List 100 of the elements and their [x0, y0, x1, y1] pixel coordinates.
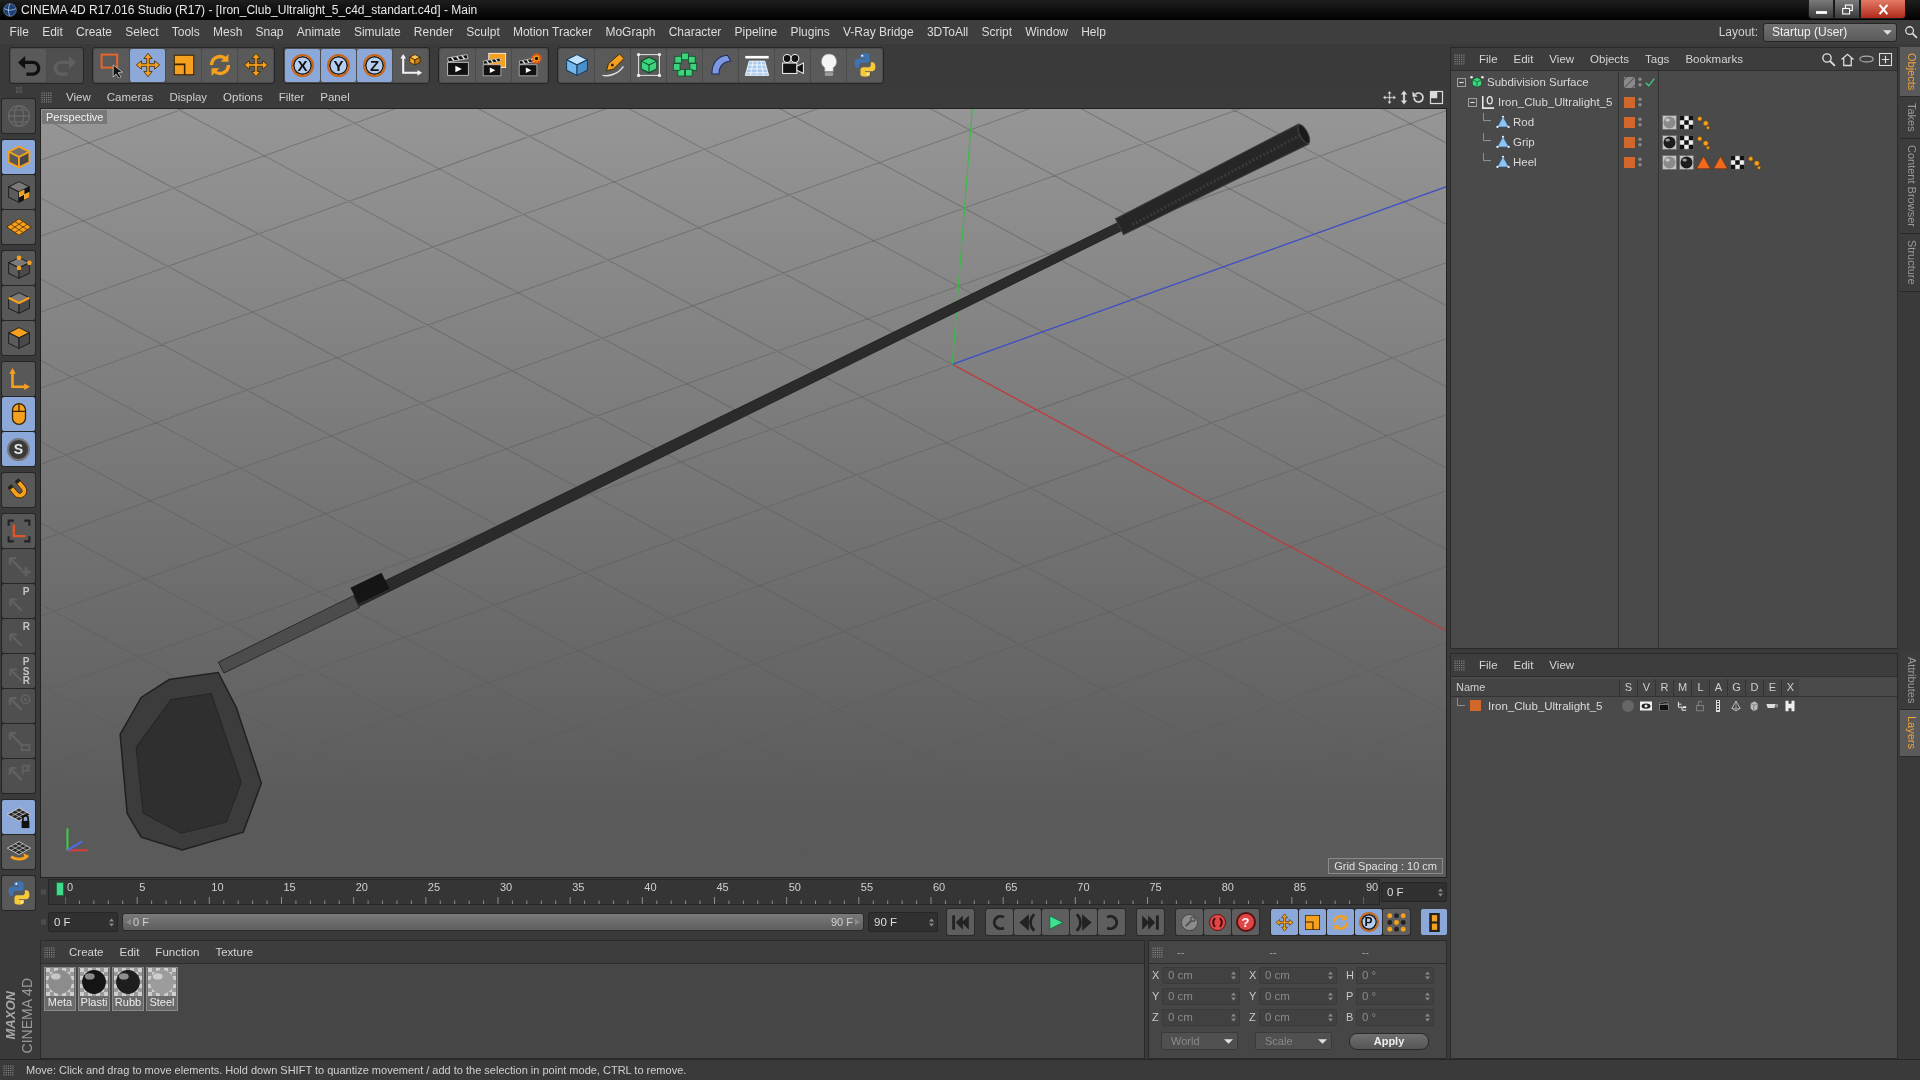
tool-button[interactable] [2, 514, 35, 548]
column-header[interactable]: M [1673, 679, 1691, 696]
visibility-dots-icon[interactable] [1638, 157, 1642, 167]
render-settings-button[interactable] [512, 48, 547, 82]
checker-tag-icon[interactable] [1730, 154, 1745, 170]
menu-item[interactable]: Script [974, 25, 1019, 39]
previous-key-button[interactable] [986, 909, 1013, 935]
menu-item[interactable]: File [1471, 53, 1506, 65]
lock-icon[interactable] [1694, 699, 1706, 712]
clapperboard-icon[interactable] [1658, 699, 1670, 712]
selection-tool-button[interactable] [94, 48, 129, 82]
key-mode-button[interactable] [1383, 909, 1410, 935]
object-row[interactable]: Subdivision Surface [1451, 72, 1897, 92]
next-key-button[interactable] [1098, 909, 1125, 935]
menu-item[interactable]: File [3, 25, 36, 39]
range-handle-icon[interactable] [855, 918, 860, 926]
magnet-button[interactable] [2, 473, 35, 507]
layer-swatch-icon[interactable] [1624, 156, 1635, 168]
column-header[interactable]: L [1691, 679, 1709, 696]
column-header[interactable]: G [1727, 679, 1745, 696]
layer-swatch-icon[interactable] [1624, 116, 1635, 128]
column-header[interactable]: V [1637, 679, 1655, 696]
menu-item[interactable]: V-Ray Bridge [836, 25, 921, 39]
end-frame-field[interactable]: 90 F [868, 912, 938, 932]
hierarchy-icon[interactable] [1676, 699, 1688, 712]
axis-lock-button[interactable]: Y [321, 48, 356, 82]
floor-button[interactable] [739, 48, 774, 82]
menu-item[interactable]: Edit [1505, 659, 1542, 671]
search-icon[interactable] [1904, 25, 1918, 39]
material-tag-icon[interactable] [1662, 154, 1677, 170]
scale-tool-button[interactable] [166, 48, 201, 82]
column-header[interactable]: A [1709, 679, 1727, 696]
menu-item[interactable]: Window [1018, 25, 1075, 39]
viewport-canvas[interactable]: Perspective Grid Spacing : 10 cm [40, 108, 1447, 878]
menu-item[interactable]: File [1471, 659, 1506, 671]
menu-item[interactable]: Help [1074, 25, 1113, 39]
layer-swatch-icon[interactable] [1624, 136, 1635, 148]
material-tag-icon[interactable] [1662, 114, 1677, 130]
close-button[interactable] [1860, 0, 1906, 19]
menu-item[interactable]: Function [147, 946, 208, 958]
material-swatch[interactable]: Rubb [112, 967, 144, 1011]
edges-mode-button[interactable] [2, 286, 35, 320]
tool-button[interactable] [238, 48, 273, 82]
dots-tag-icon[interactable] [1696, 134, 1711, 150]
material-swatch[interactable]: Plasti [78, 967, 110, 1011]
plus-box-icon[interactable] [1878, 51, 1893, 67]
collapse-box-icon[interactable] [1457, 77, 1466, 87]
grip-icon[interactable] [1454, 659, 1465, 671]
frame-range-slider[interactable]: 0 F 90 F [122, 913, 864, 931]
orbit-arrows-icon[interactable] [1411, 89, 1426, 105]
menu-item[interactable]: Bookmarks [1677, 53, 1751, 65]
hatched-square-icon[interactable] [1624, 76, 1635, 88]
model-mode-button[interactable] [2, 140, 35, 174]
collapse-box-icon[interactable] [1468, 97, 1477, 107]
polygons-mode-button[interactable] [2, 321, 35, 355]
tool-button[interactable] [2, 800, 35, 834]
block-icon[interactable] [1784, 699, 1796, 712]
move-tool-button[interactable] [130, 48, 165, 82]
timeline-button[interactable] [1421, 909, 1447, 935]
dots-tag-icon[interactable] [1747, 154, 1762, 170]
visibility-dots-icon[interactable] [1638, 117, 1642, 127]
rotate-tool-button[interactable] [202, 48, 237, 82]
snap-button[interactable]: S [2, 432, 35, 466]
menu-item[interactable]: MoGraph [598, 25, 663, 39]
layer-swatch-icon[interactable] [1470, 700, 1481, 711]
menu-item[interactable]: Character [662, 25, 728, 39]
menu-item[interactable]: View [1541, 659, 1583, 671]
workplane-button[interactable] [2, 210, 35, 244]
menu-item[interactable]: View [58, 91, 99, 103]
menu-item[interactable]: Plugins [783, 25, 837, 39]
material-tag-icon[interactable] [1662, 134, 1677, 150]
python-button[interactable] [2, 876, 35, 910]
grip-icon[interactable] [3, 1064, 14, 1076]
object-row[interactable]: Iron_Club_Ultralight_5 [1451, 92, 1897, 112]
column-header[interactable]: D [1745, 679, 1763, 696]
layout-dropdown[interactable]: Startup (User) [1763, 22, 1897, 42]
layer-row[interactable]: Iron_Club_Ultralight_5 [1451, 698, 1897, 713]
material-swatch[interactable]: Meta [44, 967, 76, 1011]
move-arrows-icon[interactable] [1382, 89, 1397, 105]
object-row[interactable]: Grip [1451, 132, 1897, 152]
visibility-dots-icon[interactable] [1638, 77, 1642, 87]
checker-tag-icon[interactable] [1679, 114, 1694, 130]
camera-button[interactable] [775, 48, 810, 82]
grip-icon[interactable] [1454, 53, 1465, 65]
menu-item[interactable]: Select [118, 25, 166, 39]
menu-item[interactable]: Create [61, 946, 112, 958]
visibility-dots-icon[interactable] [1638, 137, 1642, 147]
previous-frame-button[interactable] [1014, 909, 1041, 935]
column-header[interactable]: Name [1451, 679, 1619, 696]
playhead-handle[interactable] [56, 882, 64, 896]
menu-item[interactable]: Render [407, 25, 460, 39]
python-button[interactable] [847, 48, 882, 82]
grip-icon[interactable] [44, 946, 55, 958]
menu-item[interactable]: Filter [270, 91, 313, 103]
coordinate-system-button[interactable] [393, 48, 428, 82]
grip-icon[interactable] [1152, 946, 1163, 958]
menu-item[interactable]: Snap [248, 25, 291, 39]
material-tag-icon[interactable] [1679, 154, 1694, 170]
key-mode-button[interactable]: P [1355, 909, 1382, 935]
axis-lock-button[interactable]: Z [357, 48, 392, 82]
